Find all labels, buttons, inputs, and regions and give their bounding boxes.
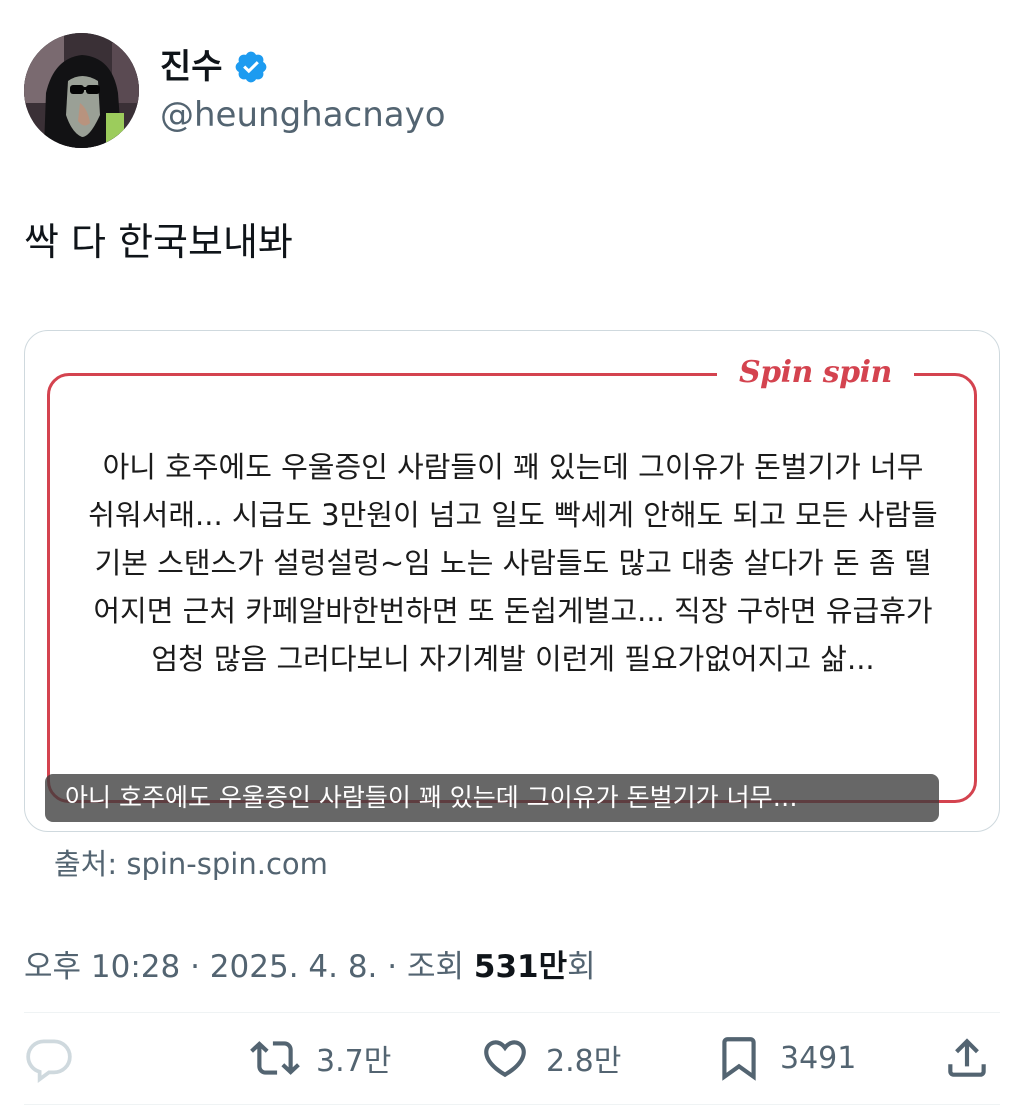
avatar-image bbox=[24, 33, 139, 148]
share-icon bbox=[948, 1038, 986, 1077]
action-bar: 3.7만 2.8만 3491 bbox=[24, 1028, 1000, 1088]
bookmark-count: 3491 bbox=[780, 1040, 857, 1076]
share-button[interactable] bbox=[942, 1028, 992, 1088]
author-name-row[interactable]: 진수 bbox=[160, 42, 269, 92]
display-name[interactable]: 진수 bbox=[160, 50, 223, 84]
like-button[interactable]: 2.8만 bbox=[480, 1028, 621, 1088]
heart-icon bbox=[484, 1040, 526, 1078]
tweet-text: 싹 다 한국보내봐 bbox=[24, 220, 293, 264]
retweet-icon bbox=[250, 1041, 300, 1075]
link-card[interactable]: Spin spin 아니 호주에도 우울증인 사람들이 꽤 있는데 그이유가 돈… bbox=[24, 330, 1000, 832]
card-image-text: 아니 호주에도 우울증인 사람들이 꽤 있는데 그이유가 돈벌기가 너무 쉬워서… bbox=[88, 450, 938, 676]
meta-separator: · bbox=[180, 949, 210, 985]
reply-button[interactable] bbox=[24, 1028, 90, 1088]
divider bbox=[24, 1104, 1000, 1105]
retweet-button[interactable]: 3.7만 bbox=[250, 1028, 391, 1088]
avatar[interactable] bbox=[24, 33, 139, 148]
divider bbox=[24, 1012, 1000, 1013]
meta-separator: · bbox=[377, 949, 407, 985]
bookmark-button[interactable]: 3491 bbox=[714, 1028, 856, 1088]
views-suffix: 회 bbox=[567, 949, 596, 985]
like-count: 2.8만 bbox=[546, 1044, 622, 1079]
reply-icon bbox=[26, 1039, 72, 1083]
verified-badge-icon bbox=[233, 49, 269, 85]
user-handle[interactable]: @heunghacnayo bbox=[160, 94, 446, 136]
tweet-meta: 오후 10:28 · 2025. 4. 8. · 조회 531만회 bbox=[24, 944, 596, 990]
tweet-date[interactable]: 2025. 4. 8. bbox=[210, 949, 378, 985]
tweet-time[interactable]: 오후 10:28 bbox=[24, 949, 180, 985]
card-source-link[interactable]: 출처: spin-spin.com bbox=[54, 842, 328, 886]
views-label: 조회 bbox=[406, 949, 474, 985]
views-count: 531만 bbox=[473, 949, 568, 985]
brand-logo: Spin spin bbox=[717, 351, 914, 395]
retweet-count: 3.7만 bbox=[316, 1044, 392, 1079]
bookmark-icon bbox=[722, 1037, 756, 1081]
card-caption: 아니 호주에도 우울증인 사람들이 꽤 있는데 그이유가 돈벌기가 너무… bbox=[45, 774, 939, 822]
